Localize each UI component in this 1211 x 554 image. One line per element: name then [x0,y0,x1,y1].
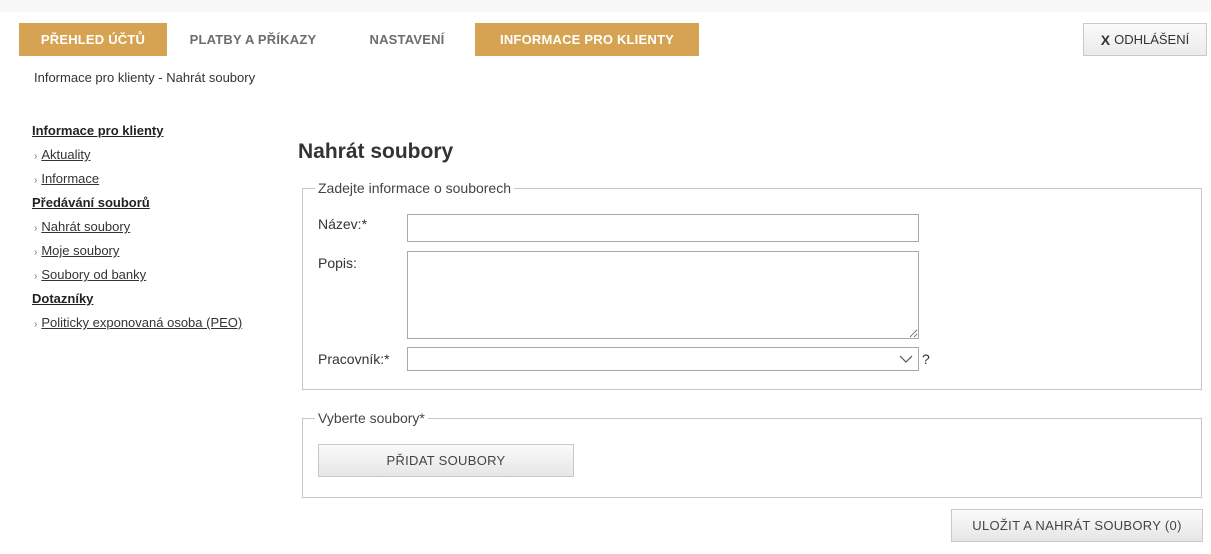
chevron-right-icon: › [34,271,38,282]
sidebar-item-nahrat-soubory[interactable]: › Nahrát soubory [32,217,282,241]
sidebar-heading-dotazniky[interactable]: Dotazníky [32,289,282,313]
nazev-input[interactable] [407,214,919,242]
chevron-right-icon: › [34,223,38,234]
pracovnik-label: Pracovník:* [318,351,390,367]
select-files-legend: Vyberte soubory* [318,410,425,426]
sidebar-item-label: Moje soubory [41,243,120,258]
page-title: Nahrát soubory [298,140,454,163]
sidebar-item-aktuality[interactable]: › Aktuality [32,145,282,169]
top-strip [0,0,1211,12]
sidebar-item-label: Aktuality [41,147,91,162]
main-navigation: PŘEHLED ÚČTŮ PLATBY A PŘÍKAZY NASTAVENÍ … [19,23,699,56]
help-mark[interactable]: ? [922,351,930,367]
add-files-button[interactable]: PŘIDAT SOUBORY [318,444,574,477]
tab-platby-a-prikazy[interactable]: PLATBY A PŘÍKAZY [167,23,339,56]
tab-prehled-uctu[interactable]: PŘEHLED ÚČTŮ [19,23,167,56]
sidebar-item-informace[interactable]: › Informace [32,169,282,193]
logout-button[interactable]: X ODHLÁŠENÍ [1083,23,1207,56]
logout-label: ODHLÁŠENÍ [1114,32,1190,47]
sidebar-item-moje-soubory[interactable]: › Moje soubory [32,241,282,265]
save-and-upload-button[interactable]: ULOŽIT A NAHRÁT SOUBORY (0) [951,509,1203,542]
sidebar-item-peo[interactable]: › Politicky exponovaná osoba (PEO) [32,313,282,337]
sidebar-item-label: Politicky exponovaná osoba (PEO) [41,315,243,330]
sidebar-item-label: Nahrát soubory [41,219,131,234]
sidebar-item-soubory-od-banky[interactable]: › Soubory od banky [32,265,282,289]
tab-informace-pro-klienty[interactable]: INFORMACE PRO KLIENTY [475,23,699,56]
pracovnik-select[interactable] [407,347,919,371]
popis-label: Popis: [318,255,357,271]
chevron-right-icon: › [34,151,38,162]
breadcrumb: Informace pro klienty - Nahrát soubory [34,70,256,85]
chevron-right-icon: › [34,319,38,330]
chevron-down-icon [899,355,913,363]
sidebar-heading-informace[interactable]: Informace pro klienty [32,121,282,145]
chevron-right-icon: › [34,247,38,258]
sidebar: Informace pro klienty › Aktuality › Inform… [32,121,282,337]
sidebar-heading-predavani-souboru[interactable]: Předávání souborů [32,193,282,217]
close-icon: X [1100,31,1111,48]
sidebar-item-label: Informace [41,171,100,186]
tab-nastaveni[interactable]: NASTAVENÍ [339,23,475,56]
file-info-legend: Zadejte informace o souborech [318,180,511,196]
popis-textarea[interactable] [407,251,919,339]
chevron-right-icon: › [34,175,38,186]
nazev-label: Název:* [318,216,368,232]
sidebar-item-label: Soubory od banky [41,267,147,282]
